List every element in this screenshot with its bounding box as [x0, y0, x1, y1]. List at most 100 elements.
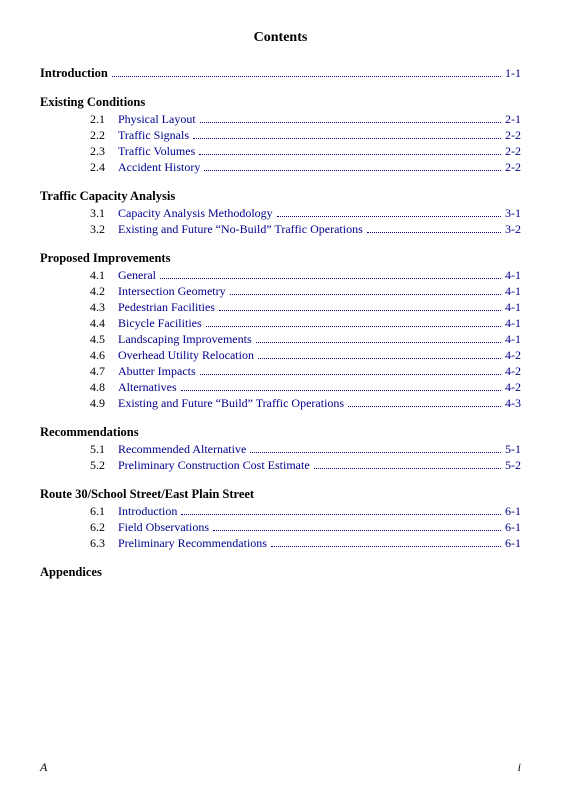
intro-dots [112, 76, 501, 77]
item-number-4-6: 4.6 [90, 348, 118, 363]
item-title-5-2: Preliminary Construction Cost Estimate [118, 458, 310, 473]
toc-item-6-3: 6.3 Preliminary Recommendations 6-1 [40, 536, 521, 551]
toc-item-2-3: 2.3 Traffic Volumes 2-2 [40, 144, 521, 159]
toc-container: Contents Introduction 1-1 Existing Condi… [40, 30, 521, 580]
item-title-4-4: Bicycle Facilities [118, 316, 202, 331]
toc-item-5-1: 5.1 Recommended Alternative 5-1 [40, 442, 521, 457]
item-title-6-1: Introduction [118, 504, 177, 519]
item-number-5-1: 5.1 [90, 442, 118, 457]
toc-item-4-6: 4.6 Overhead Utility Relocation 4-2 [40, 348, 521, 363]
item-title-2-1: Physical Layout [118, 112, 196, 127]
item-title-2-3: Traffic Volumes [118, 144, 195, 159]
item-title-2-2: Traffic Signals [118, 128, 189, 143]
item-page-6-2: 6-1 [505, 520, 521, 535]
item-title-4-2: Intersection Geometry [118, 284, 226, 299]
item-number-4-8: 4.8 [90, 380, 118, 395]
item-page-6-3: 6-1 [505, 536, 521, 551]
item-page-4-4: 4-1 [505, 316, 521, 331]
toc-item-4-5: 4.5 Landscaping Improvements 4-1 [40, 332, 521, 347]
dots-2-3 [199, 154, 501, 155]
item-page-5-1: 5-1 [505, 442, 521, 457]
dots-4-1 [160, 278, 501, 279]
item-number-3-2: 3.2 [90, 222, 118, 237]
intro-title: Introduction [40, 66, 108, 81]
dots-4-8 [181, 390, 501, 391]
intro-page: 1-1 [505, 66, 521, 81]
item-page-2-3: 2-2 [505, 144, 521, 159]
item-page-3-2: 3-2 [505, 222, 521, 237]
dots-3-2 [367, 232, 501, 233]
dots-5-1 [250, 452, 501, 453]
toc-item-3-1: 3.1 Capacity Analysis Methodology 3-1 [40, 206, 521, 221]
item-number-4-9: 4.9 [90, 396, 118, 411]
toc-item-2-2: 2.2 Traffic Signals 2-2 [40, 128, 521, 143]
toc-item-5-2: 5.2 Preliminary Construction Cost Estima… [40, 458, 521, 473]
item-title-4-8: Alternatives [118, 380, 177, 395]
item-number-4-5: 4.5 [90, 332, 118, 347]
dots-2-4 [204, 170, 501, 171]
toc-item-4-2: 4.2 Intersection Geometry 4-1 [40, 284, 521, 299]
section-header-existing-conditions: Existing Conditions [40, 95, 521, 110]
dots-2-1 [200, 122, 501, 123]
item-page-4-1: 4-1 [505, 268, 521, 283]
toc-item-4-7: 4.7 Abutter Impacts 4-2 [40, 364, 521, 379]
page-footer: A i [40, 760, 521, 775]
item-page-4-3: 4-1 [505, 300, 521, 315]
item-page-2-2: 2-2 [505, 128, 521, 143]
item-title-4-6: Overhead Utility Relocation [118, 348, 254, 363]
item-title-4-5: Landscaping Improvements [118, 332, 252, 347]
item-title-4-3: Pedestrian Facilities [118, 300, 215, 315]
appendices-header: Appendices [40, 565, 521, 580]
toc-item-2-1: 2.1 Physical Layout 2-1 [40, 112, 521, 127]
item-title-2-4: Accident History [118, 160, 200, 175]
item-title-4-1: General [118, 268, 156, 283]
dots-4-7 [200, 374, 501, 375]
item-page-3-1: 3-1 [505, 206, 521, 221]
section-header-recommendations: Recommendations [40, 425, 521, 440]
footer-left: A [40, 760, 47, 775]
toc-item-2-4: 2.4 Accident History 2-2 [40, 160, 521, 175]
dots-6-3 [271, 546, 501, 547]
item-page-4-5: 4-1 [505, 332, 521, 347]
item-page-2-4: 2-2 [505, 160, 521, 175]
dots-5-2 [314, 468, 501, 469]
section-header-traffic-capacity: Traffic Capacity Analysis [40, 189, 521, 204]
dots-3-1 [277, 216, 501, 217]
dots-4-9 [348, 406, 501, 407]
dots-4-6 [258, 358, 501, 359]
item-number-2-3: 2.3 [90, 144, 118, 159]
toc-item-4-1: 4.1 General 4-1 [40, 268, 521, 283]
dots-6-1 [181, 514, 501, 515]
dots-2-2 [193, 138, 501, 139]
toc-item-4-8: 4.8 Alternatives 4-2 [40, 380, 521, 395]
toc-item-4-9: 4.9 Existing and Future “Build” Traffic … [40, 396, 521, 411]
item-title-6-3: Preliminary Recommendations [118, 536, 267, 551]
item-title-4-9: Existing and Future “Build” Traffic Oper… [118, 396, 344, 411]
toc-item-4-3: 4.3 Pedestrian Facilities 4-1 [40, 300, 521, 315]
item-number-6-3: 6.3 [90, 536, 118, 551]
section-title-traffic-capacity: Traffic Capacity Analysis [40, 189, 175, 204]
section-title-route30: Route 30/School Street/East Plain Street [40, 487, 254, 502]
item-title-6-2: Field Observations [118, 520, 209, 535]
dots-4-4 [206, 326, 501, 327]
page: Contents Introduction 1-1 Existing Condi… [0, 0, 561, 795]
footer-right: i [518, 760, 521, 775]
item-page-4-6: 4-2 [505, 348, 521, 363]
item-page-4-2: 4-1 [505, 284, 521, 299]
item-page-2-1: 2-1 [505, 112, 521, 127]
item-title-3-1: Capacity Analysis Methodology [118, 206, 273, 221]
section-title-proposed: Proposed Improvements [40, 251, 170, 266]
item-number-4-1: 4.1 [90, 268, 118, 283]
item-number-6-1: 6.1 [90, 504, 118, 519]
item-number-2-1: 2.1 [90, 112, 118, 127]
item-page-4-7: 4-2 [505, 364, 521, 379]
item-title-3-2: Existing and Future “No-Build” Traffic O… [118, 222, 363, 237]
item-page-5-2: 5-2 [505, 458, 521, 473]
section-title-existing-conditions: Existing Conditions [40, 95, 145, 110]
item-number-2-2: 2.2 [90, 128, 118, 143]
intro-row: Introduction 1-1 [40, 66, 521, 81]
item-number-4-7: 4.7 [90, 364, 118, 379]
item-number-6-2: 6.2 [90, 520, 118, 535]
item-page-6-1: 6-1 [505, 504, 521, 519]
dots-4-2 [230, 294, 501, 295]
